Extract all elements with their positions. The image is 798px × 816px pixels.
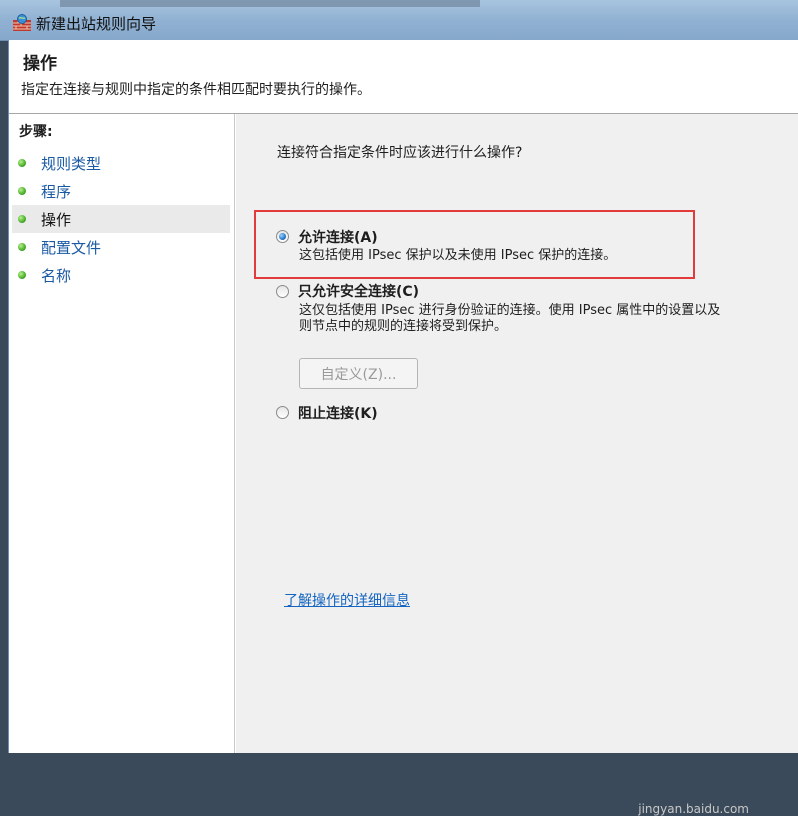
wizard-header: 操作 指定在连接与规则中指定的条件相匹配时要执行的操作。: [9, 40, 798, 114]
step-name[interactable]: 名称: [12, 261, 230, 289]
green-dot-icon: [18, 271, 26, 279]
allow-secure-description-line2: 则节点中的规则的连接将受到保护。: [299, 319, 508, 334]
step-program[interactable]: 程序: [12, 177, 230, 205]
watermark: jingyan.baidu.com: [638, 802, 749, 816]
block-connection-label[interactable]: 阻止连接(K): [298, 403, 378, 423]
action-panel: 连接符合指定条件时应该进行什么操作? 允许连接(A) 这包括使用 IPsec 保…: [236, 114, 798, 816]
action-question: 连接符合指定条件时应该进行什么操作?: [277, 145, 523, 161]
background-window-strip: [60, 0, 480, 7]
allow-secure-label[interactable]: 只允许安全连接(C): [298, 281, 419, 301]
panel-divider: [234, 114, 235, 753]
green-dot-icon: [18, 187, 26, 195]
step-label: 名称: [41, 266, 72, 285]
allow-connection-description: 这包括使用 IPsec 保护以及未使用 IPsec 保护的连接。: [299, 248, 617, 263]
allow-secure-description-line1: 这仅包括使用 IPsec 进行身份验证的连接。使用 IPsec 属性中的设置以及: [299, 303, 721, 318]
allow-connection-radio[interactable]: [276, 230, 289, 243]
firewall-icon: [13, 14, 31, 31]
step-action[interactable]: 操作: [12, 205, 230, 233]
steps-panel: 步骤: 规则类型 程序 操作 配置文件 名称: [9, 114, 233, 753]
step-label: 规则类型: [41, 154, 102, 173]
step-label: 操作: [41, 210, 72, 229]
step-label: 程序: [41, 182, 72, 201]
learn-more-link[interactable]: 了解操作的详细信息: [284, 590, 410, 610]
allow-secure-radio[interactable]: [276, 285, 289, 298]
wizard-window: 操作 指定在连接与规则中指定的条件相匹配时要执行的操作。 步骤: 规则类型 程序…: [8, 40, 798, 816]
green-dot-icon: [18, 159, 26, 167]
block-connection-radio[interactable]: [276, 406, 289, 419]
customize-button[interactable]: 自定义(Z)...: [299, 358, 418, 389]
title-bar: 新建出站规则向导: [0, 0, 798, 41]
window-title: 新建出站规则向导: [36, 15, 157, 33]
page-description: 指定在连接与规则中指定的条件相匹配时要执行的操作。: [21, 82, 371, 98]
allow-connection-label[interactable]: 允许连接(A): [298, 227, 378, 247]
step-label: 配置文件: [41, 238, 102, 257]
steps-title: 步骤:: [19, 124, 53, 140]
page-title: 操作: [23, 54, 57, 74]
step-rule-type[interactable]: 规则类型: [12, 149, 230, 177]
step-profile[interactable]: 配置文件: [12, 233, 230, 261]
green-dot-icon: [18, 243, 26, 251]
green-dot-icon: [18, 215, 26, 223]
